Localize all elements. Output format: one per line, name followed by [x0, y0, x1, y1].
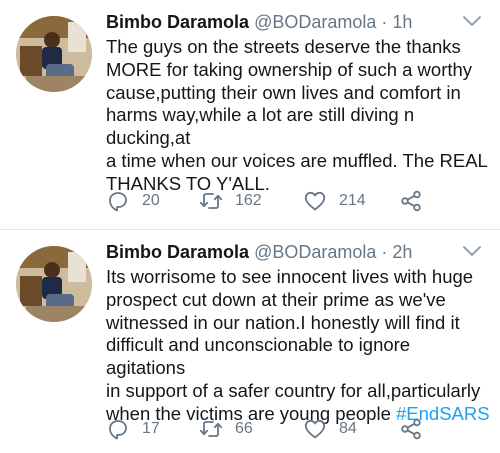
separator-dot: · [381, 242, 388, 262]
share-button[interactable] [399, 188, 423, 214]
tweet-text: Its worrisome to see innocent lives with… [106, 266, 491, 426]
tweet-header: Bimbo Daramola @BODaramola · 2h [106, 241, 412, 263]
timeline: Bimbo Daramola @BODaramola · 1h The guys… [0, 0, 500, 453]
retweet-icon [199, 193, 223, 209]
tweet-actions: 17 66 84 [106, 416, 466, 442]
like-count: 214 [339, 192, 366, 209]
tweet[interactable]: Bimbo Daramola @BODaramola · 2h Its worr… [0, 230, 500, 453]
reply-icon [109, 192, 127, 212]
timestamp[interactable]: 2h [392, 242, 412, 262]
reply-count: 20 [142, 192, 160, 209]
reply-button[interactable]: 20 [106, 188, 160, 214]
retweet-count: 162 [235, 192, 262, 209]
retweet-icon [199, 421, 223, 437]
timestamp[interactable]: 1h [392, 12, 412, 32]
author-handle[interactable]: @BODaramola [254, 242, 376, 262]
avatar-photo [16, 16, 92, 92]
like-button[interactable]: 214 [303, 188, 366, 214]
reply-button[interactable]: 17 [106, 416, 160, 442]
tweet-header: Bimbo Daramola @BODaramola · 1h [106, 11, 412, 33]
share-icon [401, 190, 421, 212]
author-name[interactable]: Bimbo Daramola [106, 12, 249, 32]
tweet-text-content: The guys on the streets deserve the than… [106, 36, 488, 194]
chevron-down-icon[interactable] [462, 244, 482, 258]
reply-count: 17 [142, 420, 160, 437]
tweet-actions: 20 162 214 [106, 188, 466, 214]
share-icon [401, 418, 421, 440]
avatar[interactable] [16, 16, 92, 92]
separator-dot: · [381, 12, 388, 32]
share-button[interactable] [399, 416, 423, 442]
retweet-button[interactable]: 66 [199, 416, 253, 442]
heart-icon [304, 419, 326, 439]
avatar-photo [16, 246, 92, 322]
like-count: 84 [339, 420, 357, 437]
tweet-text: The guys on the streets deserve the than… [106, 36, 491, 196]
tweet-text-content: Its worrisome to see innocent lives with… [106, 266, 481, 424]
author-handle[interactable]: @BODaramola [254, 12, 376, 32]
retweet-button[interactable]: 162 [199, 188, 262, 214]
like-button[interactable]: 84 [303, 416, 357, 442]
avatar[interactable] [16, 246, 92, 322]
heart-icon [304, 191, 326, 211]
tweet[interactable]: Bimbo Daramola @BODaramola · 1h The guys… [0, 0, 500, 229]
author-name[interactable]: Bimbo Daramola [106, 242, 249, 262]
reply-icon [109, 420, 127, 440]
retweet-count: 66 [235, 420, 253, 437]
chevron-down-icon[interactable] [462, 14, 482, 28]
